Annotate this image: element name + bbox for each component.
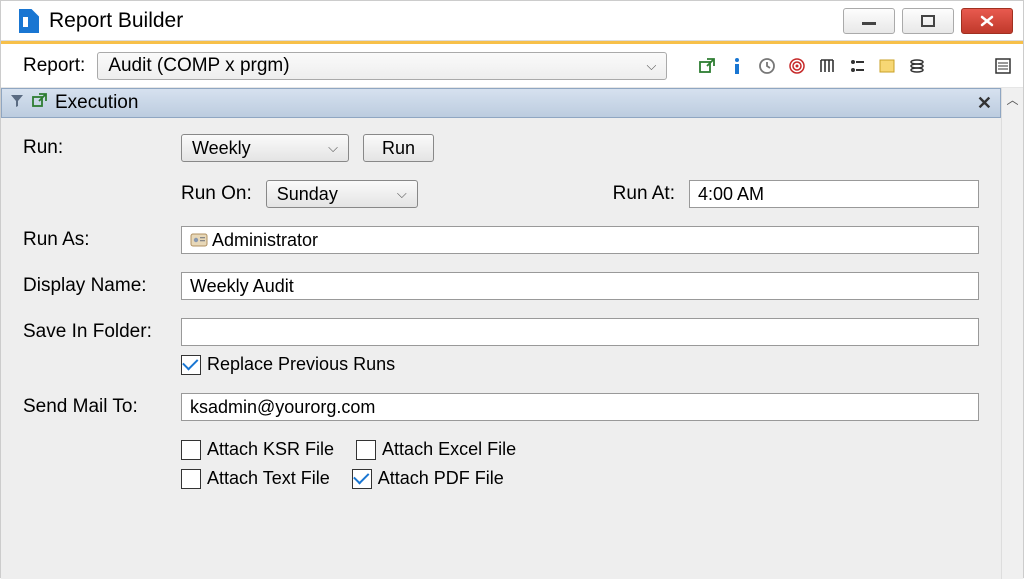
attach-excel-checkbox[interactable]: Attach Excel File — [356, 439, 516, 460]
titlebar: Report Builder — [1, 1, 1023, 41]
run-at-label: Run At: — [613, 183, 675, 205]
display-name-label: Display Name: — [23, 275, 181, 297]
toolbar-right — [993, 56, 1013, 76]
row-savefolder: Save In Folder: — [23, 318, 979, 346]
scroll-track[interactable] — [1002, 110, 1023, 579]
stack-icon[interactable] — [907, 56, 927, 76]
filter-icon[interactable] — [10, 93, 24, 113]
row-runas: Run As: Administrator — [23, 226, 979, 254]
run-on-value: Sunday — [277, 184, 338, 205]
app-icon — [19, 9, 39, 33]
display-name-value: Weekly Audit — [190, 276, 294, 297]
columns-icon[interactable] — [817, 56, 837, 76]
replace-previous-checkbox[interactable]: Replace Previous Runs — [181, 354, 395, 375]
run-at-input[interactable]: 4:00 AM — [689, 180, 979, 208]
toolbar-icons — [697, 56, 927, 76]
run-label: Run: — [23, 137, 181, 159]
attach-ksr-label: Attach KSR File — [207, 439, 334, 460]
save-folder-input[interactable] — [181, 318, 979, 346]
info-icon[interactable] — [727, 56, 747, 76]
checkbox-icon — [181, 440, 201, 460]
run-on-dropdown[interactable]: Sunday ⌵ — [266, 180, 418, 208]
send-mail-input[interactable]: ksadmin@yourorg.com — [181, 393, 979, 421]
attach-pdf-checkbox[interactable]: Attach PDF File — [352, 468, 504, 489]
section-header-execution: Execution ✕ — [1, 88, 1001, 118]
minimize-button[interactable] — [843, 8, 895, 34]
form-pane: Execution ✕ Run: Weekly ⌵ Run Run On: — [1, 88, 1001, 579]
attach-excel-label: Attach Excel File — [382, 439, 516, 460]
attach-pdf-label: Attach PDF File — [378, 468, 504, 489]
content-area: Execution ✕ Run: Weekly ⌵ Run Run On: — [1, 88, 1023, 579]
section-title: Execution — [55, 92, 138, 114]
row-schedule: Run On: Sunday ⌵ Run At: 4:00 AM — [23, 180, 979, 208]
run-frequency-value: Weekly — [192, 138, 251, 159]
attach-text-label: Attach Text File — [207, 468, 330, 489]
chevron-down-icon: ⌵ — [397, 186, 407, 202]
run-at-value: 4:00 AM — [698, 184, 764, 205]
run-frequency-dropdown[interactable]: Weekly ⌵ — [181, 134, 349, 162]
window-controls — [843, 8, 1023, 34]
run-as-value: Administrator — [212, 230, 318, 251]
display-name-input[interactable]: Weekly Audit — [181, 272, 979, 300]
chevron-down-icon: ⌵ — [646, 58, 656, 74]
row-sendmail: Send Mail To: ksadmin@yourorg.com — [23, 393, 979, 421]
save-folder-label: Save In Folder: — [23, 321, 181, 343]
send-mail-label: Send Mail To: — [23, 396, 181, 418]
scroll-up-icon[interactable]: ︿ — [1002, 88, 1023, 110]
execution-form: Run: Weekly ⌵ Run Run On: Sunday ⌵ Run A… — [1, 118, 1001, 513]
report-label: Report: — [23, 55, 85, 77]
send-mail-value: ksadmin@yourorg.com — [190, 397, 375, 418]
run-button[interactable]: Run — [363, 134, 434, 162]
run-as-input[interactable]: Administrator — [181, 226, 979, 254]
attach-ksr-checkbox[interactable]: Attach KSR File — [181, 439, 334, 460]
checkbox-icon — [356, 440, 376, 460]
window-title: Report Builder — [49, 9, 183, 33]
row-displayname: Display Name: Weekly Audit — [23, 272, 979, 300]
settings-icon[interactable] — [847, 56, 867, 76]
row-attach-1: Attach KSR File Attach Excel File — [23, 439, 979, 460]
maximize-button[interactable] — [902, 8, 954, 34]
user-icon — [190, 232, 208, 248]
vertical-scrollbar[interactable]: ︿ — [1001, 88, 1023, 579]
close-button[interactable] — [961, 8, 1013, 34]
row-run: Run: Weekly ⌵ Run — [23, 134, 979, 162]
highlight-icon[interactable] — [877, 56, 897, 76]
target-icon[interactable] — [787, 56, 807, 76]
chevron-down-icon: ⌵ — [328, 140, 338, 156]
replace-label: Replace Previous Runs — [207, 354, 395, 375]
toolbar: Report: Audit (COMP x prgm) ⌵ — [1, 44, 1023, 88]
checkbox-icon — [352, 469, 372, 489]
checkbox-icon — [181, 469, 201, 489]
report-value: Audit (COMP x prgm) — [108, 55, 289, 77]
attach-text-checkbox[interactable]: Attach Text File — [181, 468, 330, 489]
row-attach-2: Attach Text File Attach PDF File — [23, 468, 979, 489]
clock-icon[interactable] — [757, 56, 777, 76]
report-dropdown[interactable]: Audit (COMP x prgm) ⌵ — [97, 52, 667, 80]
checkbox-icon — [181, 355, 201, 375]
section-close-icon[interactable]: ✕ — [977, 93, 992, 114]
popout-icon[interactable] — [32, 93, 47, 113]
row-replace: Replace Previous Runs — [23, 354, 979, 375]
properties-icon[interactable] — [993, 56, 1013, 76]
popout-icon[interactable] — [697, 56, 717, 76]
run-on-label: Run On: — [181, 183, 252, 205]
run-as-label: Run As: — [23, 229, 181, 251]
